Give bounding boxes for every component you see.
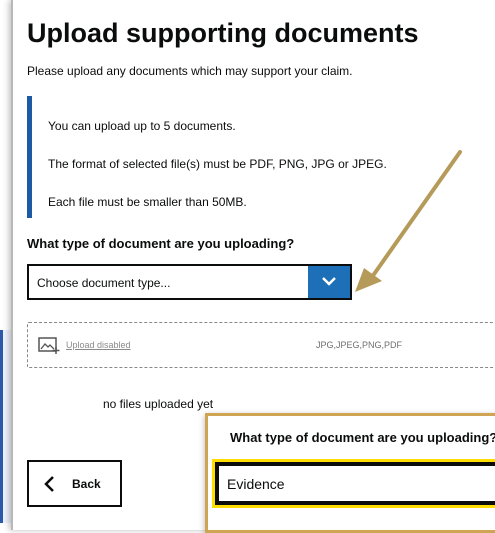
file-dropzone[interactable]: Upload disabled JPG,JPEG,PNG,PDF <box>27 322 495 368</box>
zoom-document-type-value: Evidence <box>227 476 285 492</box>
back-button-label: Back <box>72 477 101 491</box>
document-type-selected-value: Choose document type... <box>37 276 171 290</box>
chevron-down-icon <box>322 277 336 286</box>
document-type-select[interactable]: Choose document type... <box>27 264 352 300</box>
inset-text-formats: The format of selected file(s) must be P… <box>48 157 387 171</box>
upload-image-icon <box>38 337 60 354</box>
inset-text-max-documents: You can upload up to 5 documents. <box>48 119 236 133</box>
page-intro: Please upload any documents which may su… <box>27 64 353 78</box>
accepted-formats-text: JPG,JPEG,PNG,PDF <box>316 340 403 350</box>
zoomed-callout: What type of document are you uploading?… <box>205 413 495 533</box>
inset-bar <box>27 96 32 218</box>
upload-disabled-link: Upload disabled <box>66 340 131 350</box>
inset-text-size-limit: Each file must be smaller than 50MB. <box>48 195 247 209</box>
document-type-label: What type of document are you uploading? <box>27 236 295 251</box>
page-title: Upload supporting documents <box>27 18 419 48</box>
no-files-status: no files uploaded yet <box>103 397 214 411</box>
dropdown-toggle-button[interactable] <box>308 266 350 298</box>
zoom-document-type-field[interactable]: Evidence <box>212 459 495 508</box>
back-button[interactable]: Back <box>27 460 122 507</box>
chevron-left-icon <box>44 476 54 492</box>
zoom-document-type-label: What type of document are you uploading? <box>230 430 495 445</box>
